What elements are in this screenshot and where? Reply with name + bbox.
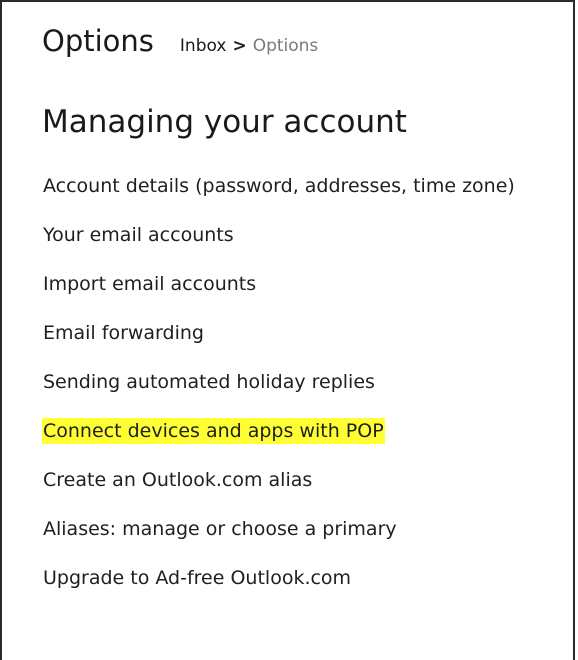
link-label: Sending automated holiday replies <box>43 371 375 393</box>
link-label-highlighted: Connect devices and apps with POP <box>42 418 385 444</box>
link-email-forwarding[interactable]: Email forwarding <box>42 317 562 350</box>
page-title: Options <box>42 24 154 58</box>
options-header: Options Inbox > Options <box>42 24 318 58</box>
link-label: Upgrade to Ad-free Outlook.com <box>43 567 352 589</box>
link-label: Account details (password, addresses, ti… <box>43 175 515 197</box>
breadcrumb-inbox-link[interactable]: Inbox <box>180 36 227 56</box>
breadcrumb-current: Options <box>252 36 319 56</box>
link-label: Import email accounts <box>43 273 257 295</box>
breadcrumb-separator: > <box>232 36 247 56</box>
link-import-email-accounts[interactable]: Import email accounts <box>42 268 562 301</box>
breadcrumb: Inbox > Options <box>180 36 318 56</box>
link-label: Create an Outlook.com alias <box>43 469 313 491</box>
link-your-email-accounts[interactable]: Your email accounts <box>42 219 562 252</box>
section-title: Managing your account <box>42 104 407 140</box>
link-label: Email forwarding <box>43 322 204 344</box>
link-connect-devices-pop[interactable]: Connect devices and apps with POP <box>42 415 562 448</box>
link-create-alias[interactable]: Create an Outlook.com alias <box>42 464 562 497</box>
link-label: Aliases: manage or choose a primary <box>43 518 397 540</box>
link-account-details[interactable]: Account details (password, addresses, ti… <box>42 170 562 203</box>
link-holiday-replies[interactable]: Sending automated holiday replies <box>42 366 562 399</box>
link-label: Your email accounts <box>43 224 234 246</box>
link-upgrade-ad-free[interactable]: Upgrade to Ad-free Outlook.com <box>42 562 562 595</box>
account-options-list: Account details (password, addresses, ti… <box>42 170 562 611</box>
link-manage-aliases[interactable]: Aliases: manage or choose a primary <box>42 513 562 546</box>
